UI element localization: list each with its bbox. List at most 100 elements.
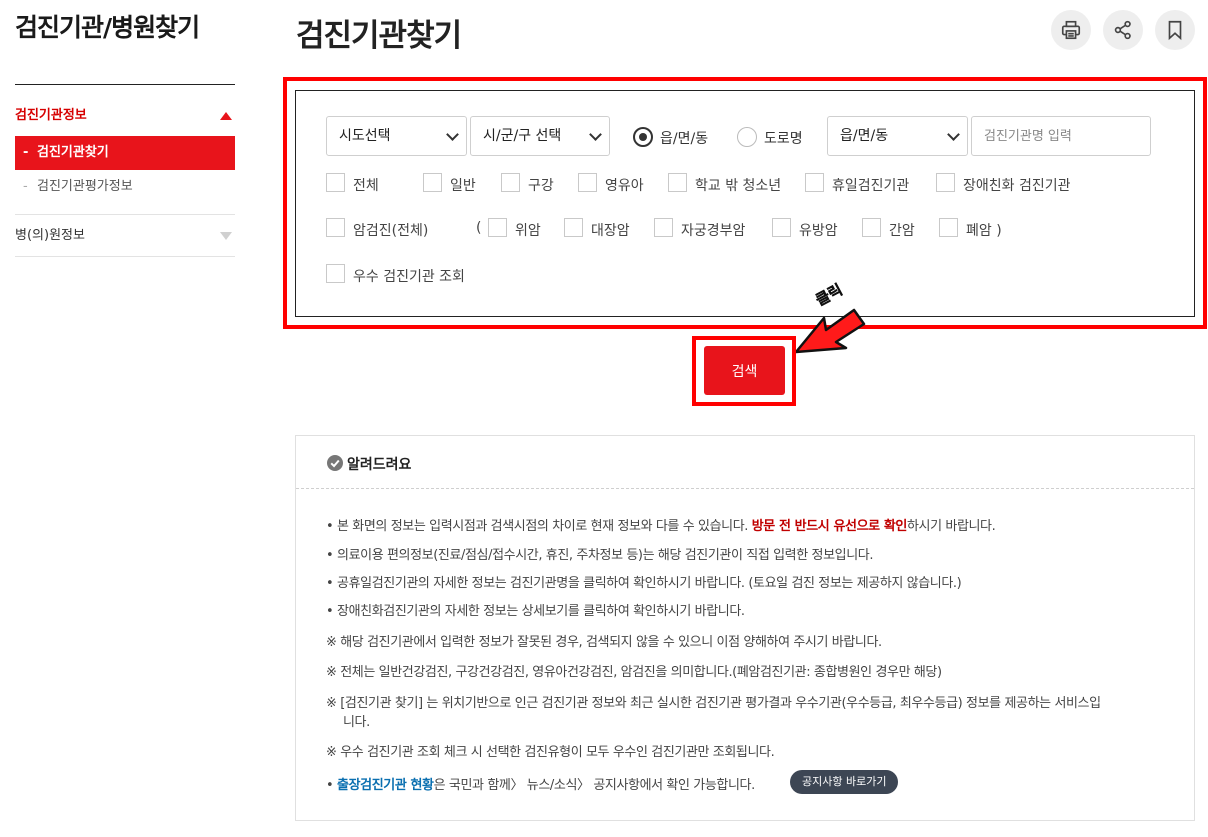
notice-box: 알려드려요 (295, 435, 1195, 821)
notice-line: ※ 해당 검진기관에서 입력한 정보가 잘못된 경우, 검색되지 않을 수 있으… (326, 631, 882, 650)
expand-down-icon (220, 232, 232, 240)
bookmark-button[interactable] (1155, 10, 1195, 50)
notice-header: 알려드려요 (296, 436, 1194, 489)
dash-icon: - (23, 179, 28, 194)
sigungu-select-value: 시/군/구 선택 (483, 128, 562, 144)
checkbox-all[interactable] (326, 173, 345, 192)
checkbox-excellent-institutions-label: 우수 검진기관 조회 (353, 269, 465, 285)
page-title: 검진기관찾기 (296, 18, 462, 54)
annotation-arrow-icon (794, 308, 866, 354)
checkbox-general[interactable] (423, 173, 442, 192)
sidebar-separator (15, 256, 235, 257)
notice-text: [검진기관 찾기] 는 위치기반으로 인근 검진기관 정보와 최근 실시한 검진… (340, 696, 1101, 711)
sido-select-value: 시도선택 (339, 128, 391, 144)
checkbox-general-label: 일반 (450, 178, 476, 194)
bullet: ※ (326, 745, 337, 760)
sigungu-select[interactable]: 시/군/구 선택 (470, 116, 610, 156)
sidebar-section-label: 병(의)원정보 (15, 228, 85, 243)
sidebar-section-institution-info[interactable]: 검진기관정보 (15, 103, 235, 129)
checkbox-infant[interactable] (578, 173, 597, 192)
institution-name-input[interactable] (971, 116, 1151, 156)
search-button[interactable]: 검색 (704, 346, 785, 395)
bullet: ※ (326, 696, 337, 711)
radio-eupmyeon[interactable] (633, 127, 653, 147)
notice-text: 하시기 바랍니다. (906, 519, 996, 534)
notice-text: 은 국민과 함께〉 뉴스/소식〉 공지사항에서 확인 가능합니다. (433, 778, 756, 793)
notice-text: 장애친화검진기관의 자세한 정보는 상세보기를 클릭하여 확인하시기 바랍니다. (337, 604, 745, 619)
notice-text: 전체는 일반건강검진, 구강건강검진, 영유아건강검진, 암검진을 의미합니다.… (340, 665, 942, 680)
chevron-down-icon (947, 128, 960, 141)
checkbox-cancer-all-label: 암검진(전체) (353, 223, 429, 239)
checkbox-liver-cancer[interactable] (862, 218, 881, 237)
notice-text: 본 화면의 정보는 입력시점과 검색시점의 차이로 현재 정보와 다를 수 있습… (337, 519, 752, 534)
notice-highlight: 방문 전 반드시 유선으로 확인 (751, 519, 908, 534)
radio-eupmyeon-label: 읍/면/동 (660, 131, 709, 147)
chevron-down-icon (446, 128, 459, 141)
bullet: ※ (326, 635, 337, 650)
sidebar-item-label: 검진기관찾기 (37, 145, 109, 160)
sidebar-item-label: 검진기관평가정보 (37, 179, 133, 194)
bullet: • (326, 778, 334, 793)
checkbox-colon-cancer-label: 대장암 (591, 223, 630, 239)
notice-line: • 공휴일검진기관의 자세한 정보는 검진기관명을 클릭하여 확인하시기 바랍니… (326, 572, 962, 591)
mobile-checkup-status-link[interactable]: 출장검진기관 현황 (337, 778, 434, 793)
sido-select[interactable]: 시도선택 (326, 116, 467, 156)
checkbox-stomach-cancer-label: 위암 (515, 223, 541, 239)
radio-road-label: 도로명 (764, 131, 803, 147)
checkbox-disability-friendly-label: 장애친화 검진기관 (963, 178, 1071, 194)
print-button[interactable] (1051, 10, 1091, 50)
eupmyeon-select-value: 읍/면/동 (840, 128, 889, 144)
checkbox-excellent-institutions[interactable] (326, 264, 345, 283)
bullet: • (326, 519, 334, 534)
bullet: • (326, 604, 334, 619)
checkbox-cervical-cancer-label: 자궁경부암 (681, 223, 746, 239)
checkbox-lung-cancer[interactable] (939, 218, 958, 237)
notice-line: • 의료이용 편의정보(진료/점심/접수시간, 휴진, 주차정보 등)는 해당 … (326, 544, 873, 563)
sidebar-item-institution-search[interactable]: - 검진기관찾기 (15, 136, 235, 170)
chevron-down-icon (589, 128, 602, 141)
notice-text: 해당 검진기관에서 입력한 정보가 잘못된 경우, 검색되지 않을 수 있으니 … (340, 635, 882, 650)
checkbox-holiday[interactable] (805, 173, 824, 192)
share-icon (1114, 20, 1131, 40)
bullet: ※ (326, 665, 337, 680)
sidebar-section-label: 검진기관정보 (15, 108, 87, 123)
notice-line-continuation: 니다. (343, 715, 370, 730)
sidebar-title: 검진기관/병원찾기 (15, 13, 200, 42)
checkbox-oral-label: 구강 (528, 178, 554, 194)
notice-line: • 본 화면의 정보는 입력시점과 검색시점의 차이로 현재 정보와 다를 수 … (326, 515, 996, 534)
bookmark-icon (1168, 20, 1182, 41)
print-icon (1061, 20, 1081, 40)
notice-text: 의료이용 편의정보(진료/점심/접수시간, 휴진, 주차정보 등)는 해당 검진… (337, 548, 874, 563)
share-button[interactable] (1103, 10, 1143, 50)
checkbox-breast-cancer-label: 유방암 (799, 223, 838, 239)
checkbox-disability-friendly[interactable] (936, 173, 955, 192)
dash-icon: - (23, 145, 29, 160)
radio-road[interactable] (737, 127, 757, 147)
checkbox-holiday-label: 휴일검진기관 (832, 178, 910, 194)
notice-text: 공휴일검진기관의 자세한 정보는 검진기관명을 클릭하여 확인하시기 바랍니다.… (337, 576, 962, 591)
checkbox-colon-cancer[interactable] (564, 218, 583, 237)
notice-title: 알려드려요 (347, 457, 412, 473)
checkbox-out-of-school-youth-label: 학교 밖 청소년 (695, 178, 782, 194)
notice-shortcut-button[interactable]: 공지사항 바로가기 (790, 770, 899, 794)
notice-line: • 출장검진기관 현황은 국민과 함께〉 뉴스/소식〉 공지사항에서 확인 가능… (326, 774, 755, 793)
checkbox-breast-cancer[interactable] (772, 218, 791, 237)
checkbox-cancer-all[interactable] (326, 218, 345, 237)
checkbox-infant-label: 영유아 (605, 178, 644, 194)
eupmyeon-select[interactable]: 읍/면/동 (827, 116, 968, 156)
check-circle-icon (327, 455, 343, 471)
bullet: • (326, 548, 334, 563)
notice-line: • 장애친화검진기관의 자세한 정보는 상세보기를 클릭하여 확인하시기 바랍니… (326, 600, 745, 619)
sidebar-separator (15, 214, 235, 215)
sidebar-section-hospital-info[interactable]: 병(의)원정보 (15, 223, 235, 249)
checkbox-oral[interactable] (501, 173, 520, 192)
notice-line: ※ 우수 검진기관 조회 체크 시 선택한 검진유형이 모두 우수인 검진기관만… (326, 741, 775, 760)
paren-open: ( (476, 220, 482, 236)
sidebar-item-institution-evaluation[interactable]: - 검진기관평가정보 (15, 175, 235, 199)
checkbox-stomach-cancer[interactable] (488, 218, 507, 237)
checkbox-lung-cancer-label: 폐암 ) (966, 223, 1002, 239)
notice-line: ※ 전체는 일반건강검진, 구강건강검진, 영유아건강검진, 암검진을 의미합니… (326, 661, 942, 680)
checkbox-out-of-school-youth[interactable] (668, 173, 687, 192)
bullet: • (326, 576, 334, 591)
checkbox-cervical-cancer[interactable] (654, 218, 673, 237)
